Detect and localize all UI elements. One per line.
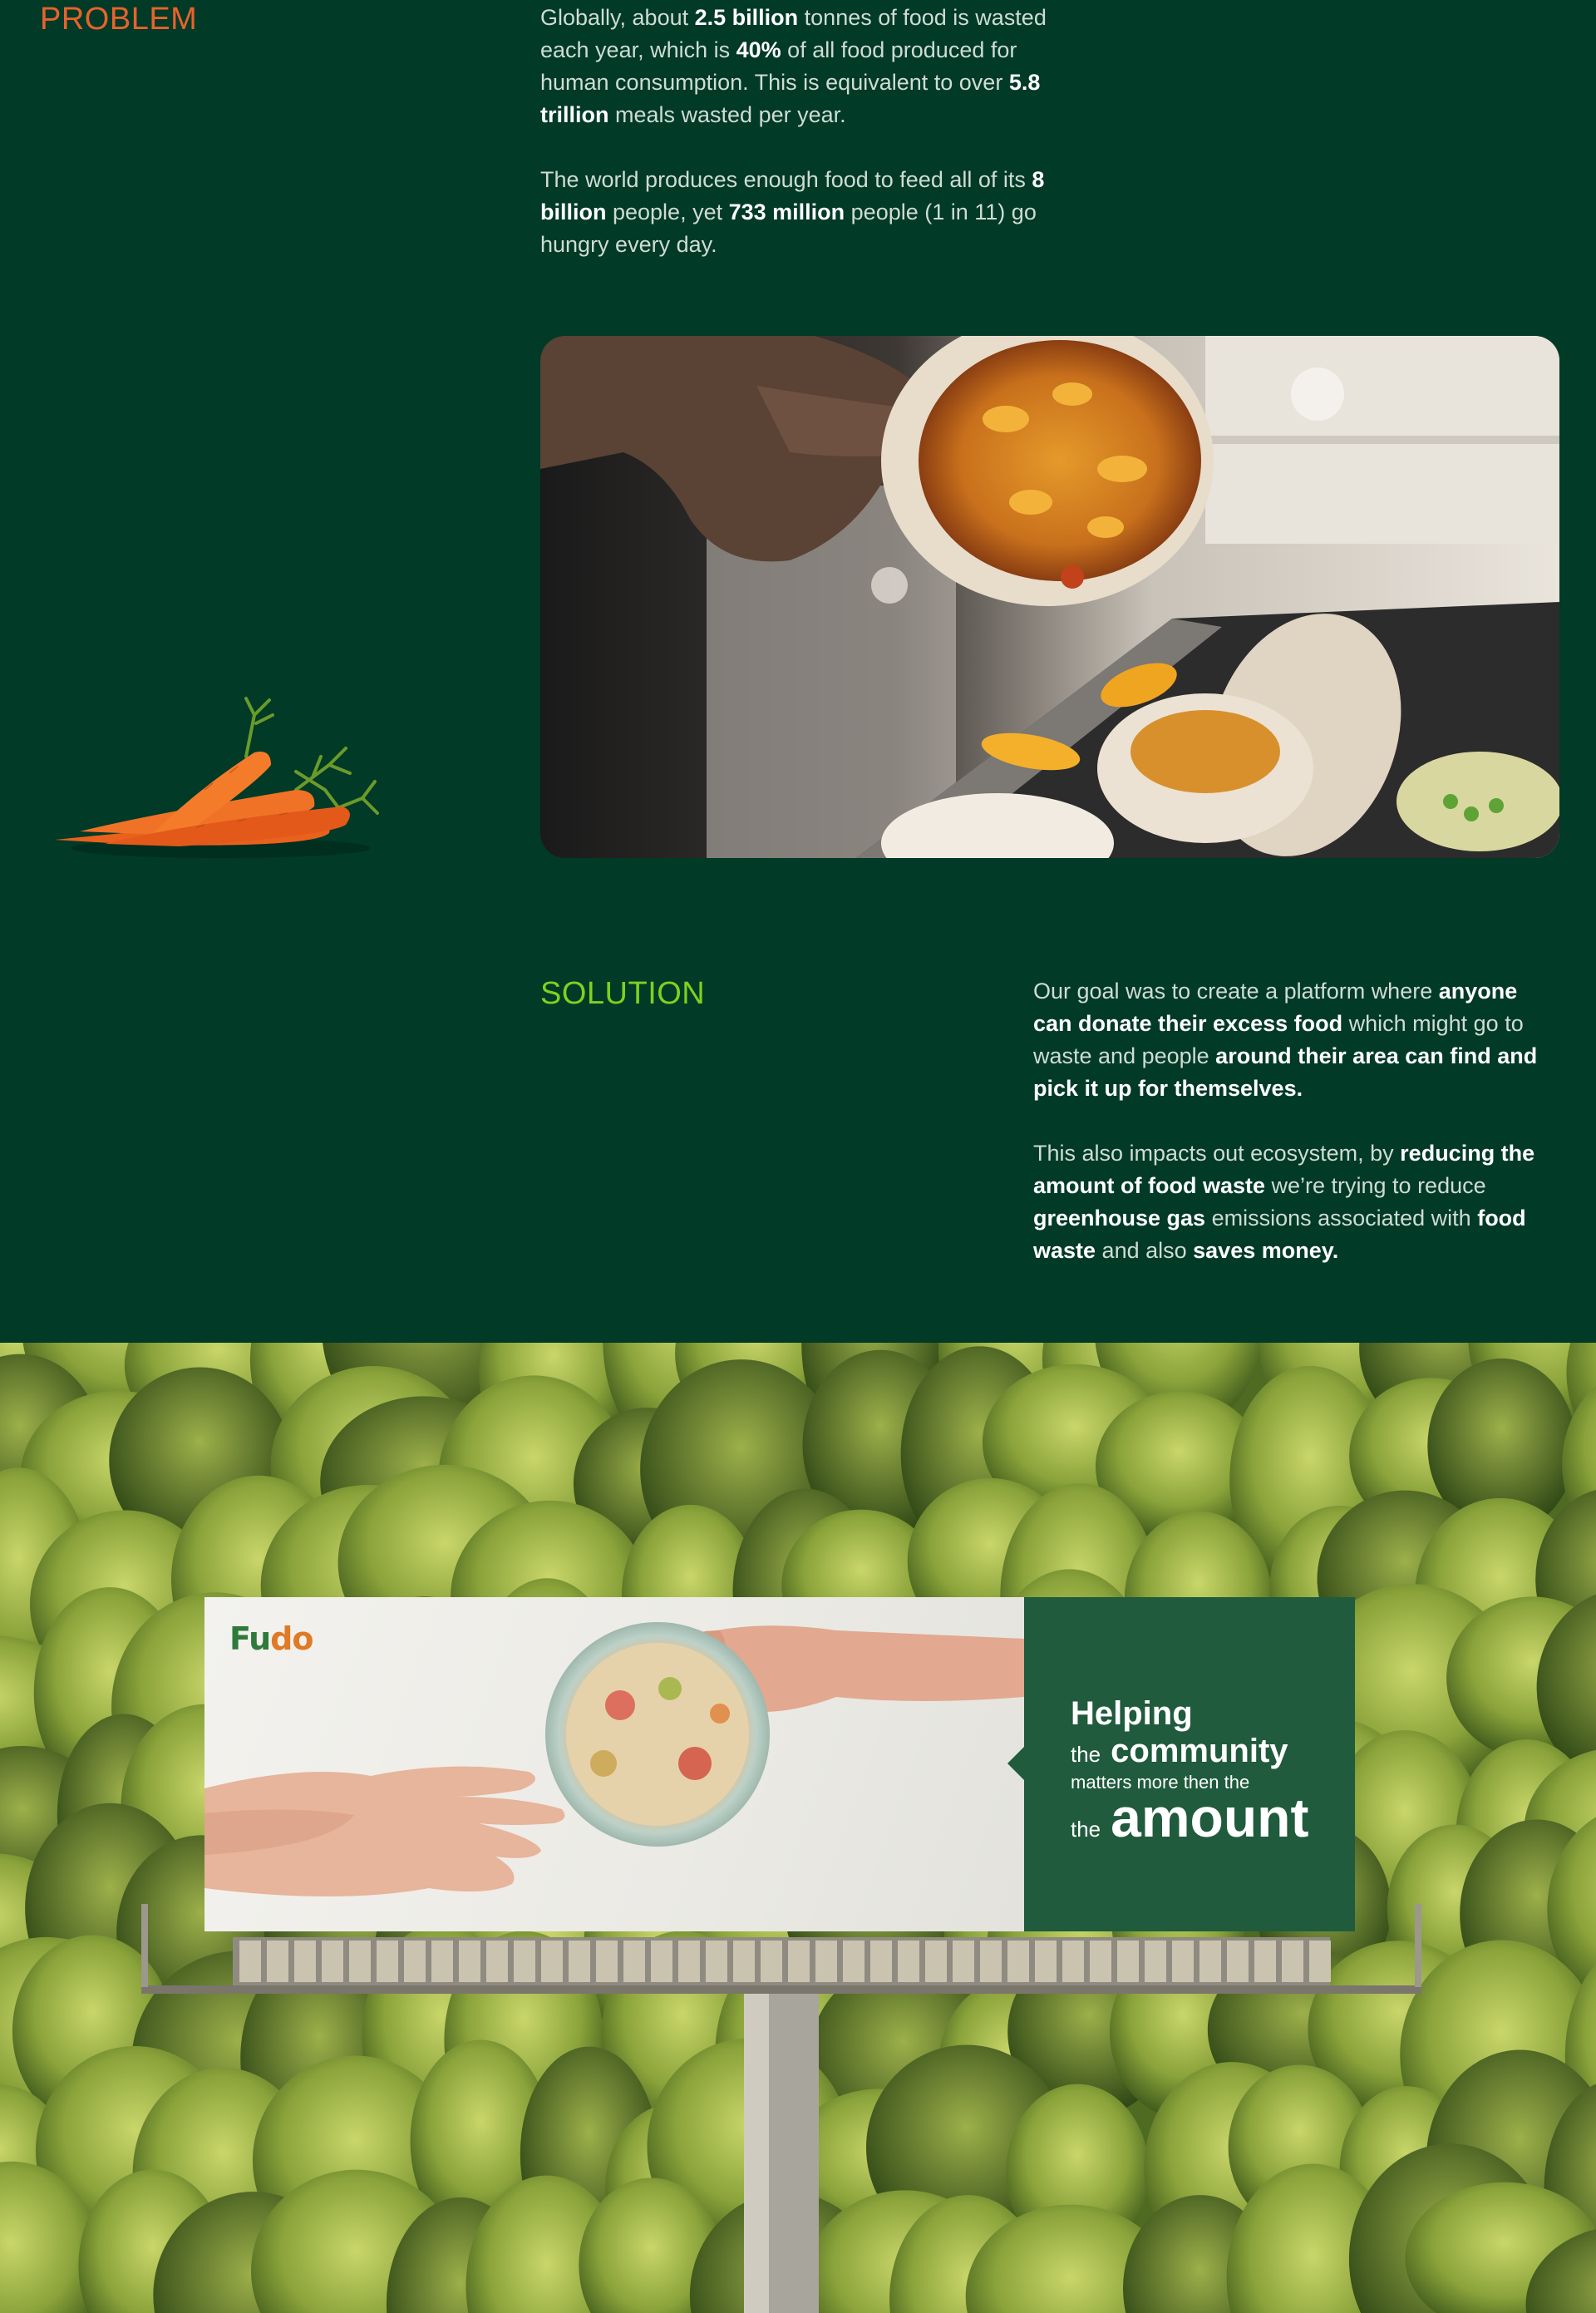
billboard-slogan-panel: Helping the community matters more then … [1007,1597,1355,1931]
problem-heading: PROBLEM [40,2,198,37]
fudo-logo: Fudo [229,1620,313,1657]
slogan-community: community [1111,1733,1288,1769]
slogan-amount: amount [1111,1787,1309,1848]
problem-paragraph-1: Globally, about 2.5 billion tonnes of fo… [540,5,1047,127]
solution-heading: SOLUTION [540,976,706,1011]
billboard-slogan: Helping the community matters more then … [1071,1695,1309,1848]
problem-text: Globally, about 2.5 billion tonnes of fo… [540,2,1072,261]
billboard: Fudo Helping the community matters more … [204,1597,1355,1931]
carrot-illustration [47,690,379,865]
billboard-notch [1007,1747,1024,1780]
food-waste-photo [540,336,1559,858]
slogan-line-1: Helping [1071,1695,1193,1732]
billboard-structure [141,1904,1421,2313]
solution-text: Our goal was to create a platform where … [1033,975,1561,1267]
billboard-photo-panel: Fudo [204,1597,1024,1931]
problem-paragraph-2: The world produces enough food to feed a… [540,167,1045,257]
slogan-the-1: the [1071,1742,1101,1767]
slogan-the-2: the [1071,1817,1101,1842]
solution-paragraph-1: Our goal was to create a platform where … [1033,979,1538,1101]
solution-paragraph-2: This also impacts out ecosystem, by redu… [1033,1141,1535,1263]
